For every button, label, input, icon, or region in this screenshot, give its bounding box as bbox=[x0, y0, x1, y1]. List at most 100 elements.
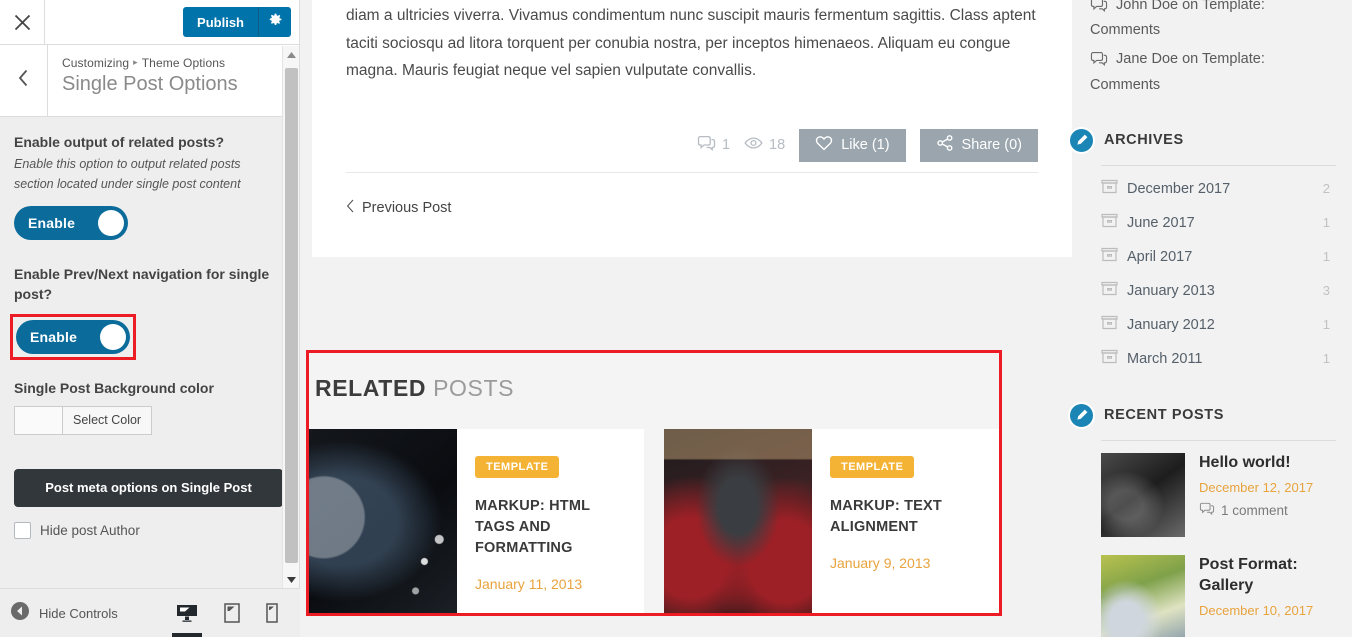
edit-pencil-icon[interactable] bbox=[1068, 401, 1095, 429]
color-picker-control: Select Color bbox=[14, 405, 283, 435]
post-content-column: diam a ultricies viverra. Vivamus condim… bbox=[312, 0, 1072, 257]
archive-label: January 2013 bbox=[1127, 282, 1215, 299]
related-posts-heading-bold: RELATED bbox=[315, 375, 427, 401]
edit-pencil-icon[interactable] bbox=[1068, 126, 1095, 154]
background-color-control-label: Single Post Background color bbox=[14, 379, 214, 396]
recent-post-date: December 10, 2017 bbox=[1199, 602, 1314, 618]
scroll-down-arrow[interactable] bbox=[283, 571, 300, 588]
recent-comment-text: John Doe on Template: bbox=[1116, 0, 1265, 13]
archive-label: April 2017 bbox=[1127, 248, 1193, 265]
recent-posts-list: Hello world! December 12, 2017 1 comment bbox=[1101, 452, 1336, 637]
scrollbar-thumb[interactable] bbox=[285, 68, 298, 563]
desktop-icon[interactable] bbox=[176, 604, 198, 622]
prev-next-toggle-label: Enable bbox=[30, 328, 78, 345]
recent-post-comment-count: 1 comment bbox=[1221, 502, 1288, 518]
recent-comment-post-title[interactable]: Comments bbox=[1090, 77, 1336, 93]
archive-item[interactable]: April 2017 1 bbox=[1101, 240, 1336, 274]
select-color-button[interactable]: Select Color bbox=[62, 405, 153, 435]
preview-sidebar: John Doe on Template: Comments Jane Doe … bbox=[1068, 0, 1352, 637]
recent-post-thumbnail[interactable] bbox=[1101, 452, 1185, 537]
recent-post-title[interactable]: Hello world! bbox=[1199, 453, 1313, 474]
category-tag[interactable]: TEMPLATE bbox=[830, 456, 915, 478]
related-posts-heading-rest: POSTS bbox=[433, 375, 515, 401]
like-button[interactable]: Like (1) bbox=[799, 128, 906, 162]
archive-label: June 2017 bbox=[1127, 214, 1195, 231]
related-post-card[interactable]: TEMPLATE MARKUP: HTML TAGS AND FORMATTIN… bbox=[309, 429, 644, 613]
hide-controls-label: Hide Controls bbox=[39, 605, 118, 621]
related-post-date: January 11, 2013 bbox=[475, 576, 583, 593]
archive-item[interactable]: June 2017 1 bbox=[1101, 206, 1336, 240]
tablet-icon[interactable] bbox=[224, 603, 240, 623]
archive-label: March 2011 bbox=[1127, 350, 1203, 367]
hide-post-author-checkbox[interactable] bbox=[14, 521, 31, 539]
close-customizer-button[interactable] bbox=[0, 0, 45, 44]
comments-icon bbox=[697, 135, 716, 156]
mobile-icon[interactable] bbox=[266, 603, 278, 623]
related-posts-grid: TEMPLATE MARKUP: HTML TAGS AND FORMATTIN… bbox=[309, 429, 999, 613]
recent-post-comments[interactable]: 1 comment bbox=[1199, 502, 1313, 519]
breadcrumb-root[interactable]: Customizing bbox=[62, 56, 129, 70]
related-posts-control-description: Enable this option to output related pos… bbox=[14, 157, 241, 191]
recent-comment-post-title[interactable]: Comments bbox=[1090, 22, 1336, 38]
customizer-panel-titlebar: Customizing ▸ Theme Options Single Post Op… bbox=[0, 45, 299, 117]
archive-label: December 2017 bbox=[1127, 180, 1231, 197]
recent-comment-text: Jane Doe on Template: bbox=[1116, 51, 1265, 68]
recent-post-item[interactable]: Hello world! December 12, 2017 1 comment bbox=[1101, 452, 1336, 537]
share-label: Share (0) bbox=[961, 137, 1022, 154]
prev-next-control-label: Enable Prev/Next navigation for single p… bbox=[14, 266, 270, 303]
hide-controls-button[interactable]: Hide Controls bbox=[10, 601, 118, 626]
customizer-header: Publish bbox=[0, 0, 299, 45]
collapse-arrow-icon bbox=[10, 601, 30, 626]
recent-posts-widget-title: RECENT POSTS bbox=[1104, 407, 1224, 424]
recent-comment-item[interactable]: Jane Doe on Template: bbox=[1090, 48, 1336, 74]
back-button[interactable] bbox=[0, 45, 48, 116]
related-post-title[interactable]: MARKUP: HTML TAGS AND FORMATTING bbox=[475, 496, 630, 559]
breadcrumb-section[interactable]: Theme Options bbox=[142, 56, 225, 70]
like-label: Like (1) bbox=[841, 137, 890, 154]
archive-label: January 2012 bbox=[1127, 316, 1215, 333]
archive-item[interactable]: December 2017 2 bbox=[1101, 172, 1336, 206]
recent-comment-item[interactable]: John Doe on Template: bbox=[1090, 0, 1336, 20]
scroll-up-arrow[interactable] bbox=[283, 46, 300, 63]
prev-next-toggle[interactable]: Enable bbox=[16, 319, 130, 354]
related-post-thumbnail[interactable] bbox=[309, 429, 457, 613]
archive-count: 1 bbox=[1322, 351, 1330, 367]
publish-button[interactable]: Publish bbox=[183, 7, 259, 37]
related-post-card[interactable]: TEMPLATE MARKUP: TEXT ALIGNMENT January … bbox=[664, 429, 999, 613]
related-posts-toggle[interactable]: Enable bbox=[14, 206, 128, 241]
archive-box-icon bbox=[1101, 315, 1118, 335]
publish-settings-button[interactable] bbox=[259, 7, 291, 37]
archive-item[interactable]: January 2013 3 bbox=[1101, 274, 1336, 308]
archive-count: 1 bbox=[1322, 249, 1330, 265]
panel-title-block: Customizing ▸ Theme Options Single Post Op… bbox=[48, 45, 238, 116]
hide-post-author-label: Hide post Author bbox=[40, 522, 140, 538]
recent-post-thumbnail[interactable] bbox=[1101, 554, 1185, 637]
hide-post-author-control[interactable]: Hide post Author bbox=[14, 521, 283, 539]
archive-count: 1 bbox=[1322, 215, 1330, 231]
archives-divider bbox=[1101, 164, 1336, 166]
archive-box-icon bbox=[1101, 281, 1118, 301]
color-swatch[interactable] bbox=[14, 405, 62, 435]
related-post-thumbnail[interactable] bbox=[664, 429, 812, 613]
publish-group: Publish bbox=[183, 6, 291, 38]
previous-post-link[interactable]: Previous Post bbox=[346, 173, 451, 257]
recent-post-title[interactable]: Post Format: Gallery bbox=[1199, 555, 1336, 597]
share-button[interactable]: Share (0) bbox=[919, 128, 1038, 162]
post-meta-options-button[interactable]: Post meta options on Single Post bbox=[14, 468, 283, 507]
close-icon bbox=[14, 14, 31, 31]
customizer-scrollbar[interactable] bbox=[282, 46, 299, 588]
customizer-footer: Hide Controls bbox=[0, 588, 300, 637]
heart-icon bbox=[815, 135, 833, 155]
eye-icon bbox=[744, 136, 763, 154]
category-tag[interactable]: TEMPLATE bbox=[475, 456, 560, 478]
archive-box-icon bbox=[1101, 213, 1118, 233]
archive-item[interactable]: January 2012 1 bbox=[1101, 308, 1336, 342]
recent-post-item[interactable]: Post Format: Gallery December 10, 2017 bbox=[1101, 554, 1336, 637]
chevron-left-icon bbox=[18, 69, 29, 92]
archive-count: 1 bbox=[1322, 317, 1330, 333]
recent-posts-divider bbox=[1101, 439, 1336, 441]
chevron-left-icon bbox=[346, 199, 355, 217]
archive-item[interactable]: March 2011 1 bbox=[1101, 342, 1336, 376]
related-post-title[interactable]: MARKUP: TEXT ALIGNMENT bbox=[830, 496, 985, 538]
archives-widget-header: ARCHIVES bbox=[1068, 126, 1336, 154]
